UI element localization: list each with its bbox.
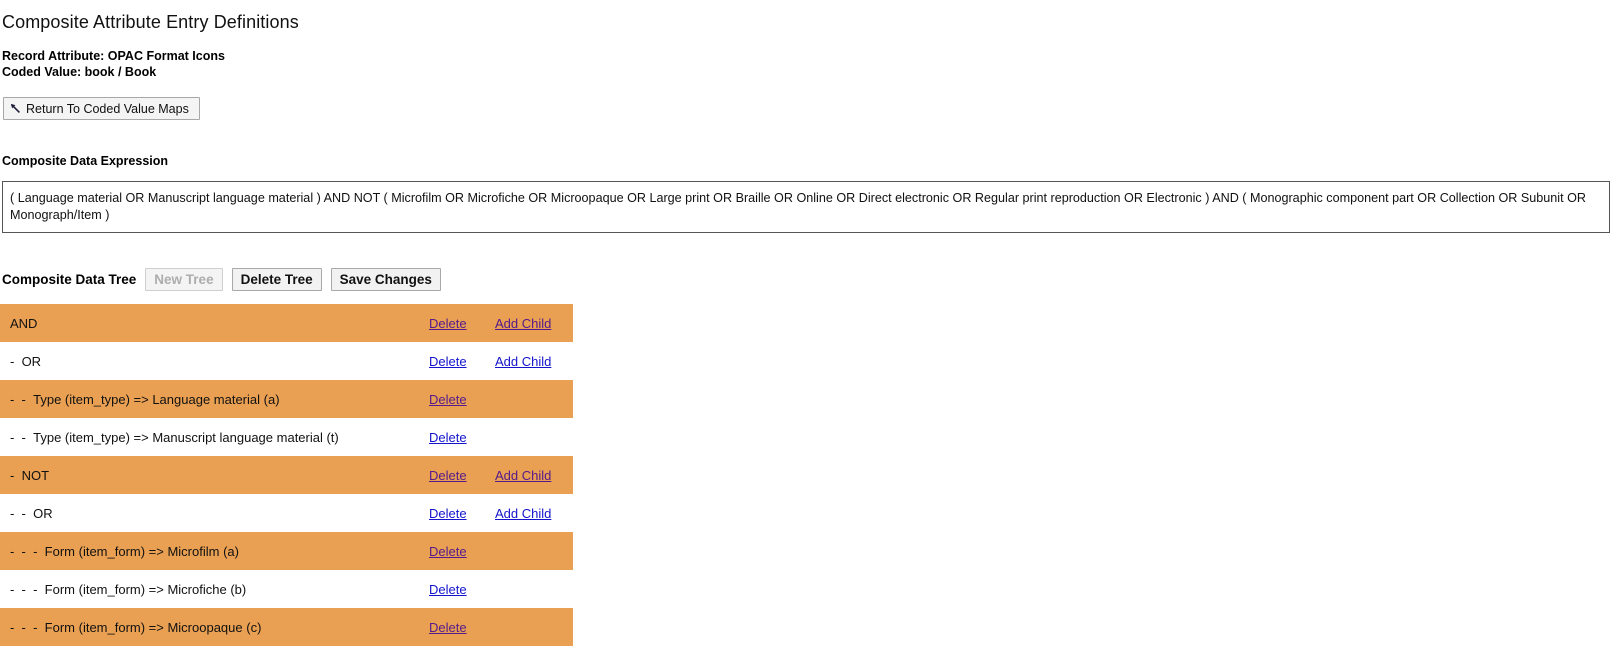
tree-add-child-cell xyxy=(495,608,573,646)
tree-node-cell: - OR xyxy=(0,342,429,380)
tree-indent-dashes: - - - xyxy=(10,581,45,597)
tree-add-child-link[interactable]: Add Child xyxy=(495,354,551,369)
tree-delete-link[interactable]: Delete xyxy=(429,620,467,635)
tree-add-child-cell: Add Child xyxy=(495,342,573,380)
tree-node-cell: - - - Form (item_form) => Microopaque (c… xyxy=(0,608,429,646)
tree-indent-dashes: - - - xyxy=(10,619,45,635)
tree-indent-dashes: - xyxy=(10,467,22,483)
record-attribute-line: Record Attribute: OPAC Format Icons xyxy=(2,49,225,63)
tree-delete-cell: Delete xyxy=(429,304,495,342)
composite-data-tree-toolbar: Composite Data Tree New Tree Delete Tree… xyxy=(2,268,450,291)
tree-add-child-link[interactable]: Add Child xyxy=(495,468,551,483)
coded-value-line: Coded Value: book / Book xyxy=(2,65,157,79)
tree-delete-cell: Delete xyxy=(429,418,495,456)
tree-add-child-cell xyxy=(495,418,573,456)
tree-delete-cell: Delete xyxy=(429,342,495,380)
back-arrow-icon xyxy=(10,103,21,114)
tree-delete-link[interactable]: Delete xyxy=(429,468,467,483)
tree-indent-dashes: - - - xyxy=(10,543,45,559)
tree-node-cell: - NOT xyxy=(0,456,429,494)
tree-indent-dashes: - - xyxy=(10,429,34,445)
tree-node-cell: - - Type (item_type) => Language materia… xyxy=(0,380,429,418)
tree-node-cell: AND xyxy=(0,304,429,342)
composite-data-expression-label: Composite Data Expression xyxy=(2,154,169,168)
tree-delete-link[interactable]: Delete xyxy=(429,544,467,559)
tree-indent-dashes: - - xyxy=(10,505,34,521)
page-title: Composite Attribute Entry Definitions xyxy=(2,12,299,33)
tree-delete-cell: Delete xyxy=(429,380,495,418)
save-changes-button[interactable]: Save Changes xyxy=(330,268,441,291)
tree-row: - - - Form (item_form) => Microfiche (b)… xyxy=(0,570,573,608)
tree-add-child-cell xyxy=(495,532,573,570)
return-to-coded-value-maps-button[interactable]: Return To Coded Value Maps xyxy=(3,97,200,120)
tree-node-cell: - - - Form (item_form) => Microfilm (a) xyxy=(0,532,429,570)
tree-row: - - - Form (item_form) => Microopaque (c… xyxy=(0,608,573,646)
tree-add-child-link[interactable]: Add Child xyxy=(495,316,551,331)
tree-node-cell: - - Type (item_type) => Manuscript langu… xyxy=(0,418,429,456)
tree-row: AND Delete Add Child xyxy=(0,304,573,342)
tree-node-cell: - - - Form (item_form) => Microfiche (b) xyxy=(0,570,429,608)
tree-delete-link[interactable]: Delete xyxy=(429,354,467,369)
tree-add-child-cell xyxy=(495,570,573,608)
tree-row: - - Type (item_type) => Language materia… xyxy=(0,380,573,418)
tree-delete-link[interactable]: Delete xyxy=(429,582,467,597)
return-button-label: Return To Coded Value Maps xyxy=(26,101,189,116)
composite-attribute-entry-definitions-page: Composite Attribute Entry Definitions Re… xyxy=(0,0,1615,662)
tree-node-label: OR xyxy=(21,353,42,369)
tree-add-child-cell: Add Child xyxy=(495,494,573,532)
tree-indent-dashes: - - xyxy=(10,391,34,407)
tree-delete-cell: Delete xyxy=(429,532,495,570)
tree-node-label: Form (item_form) => Microfilm (a) xyxy=(44,543,239,559)
tree-delete-cell: Delete xyxy=(429,456,495,494)
composite-data-expression-box: ( Language material OR Manuscript langua… xyxy=(2,181,1610,233)
tree-row: - OR Delete Add Child xyxy=(0,342,573,380)
tree-node-label: NOT xyxy=(21,467,50,483)
tree-node-label: OR xyxy=(33,505,53,521)
new-tree-button[interactable]: New Tree xyxy=(145,268,223,291)
tree-add-child-cell: Add Child xyxy=(495,456,573,494)
save-changes-button-label: Save Changes xyxy=(339,272,432,287)
tree-node-label: AND xyxy=(10,315,38,331)
tree-node-label: Form (item_form) => Microfiche (b) xyxy=(44,581,247,597)
delete-tree-button-label: Delete Tree xyxy=(240,272,313,287)
tree-delete-link[interactable]: Delete xyxy=(429,316,467,331)
tree-node-label: Type (item_type) => Language material (a… xyxy=(33,391,280,407)
tree-indent-dashes: - xyxy=(10,353,22,369)
tree-node-cell: - - OR xyxy=(0,494,429,532)
tree-row: - NOT Delete Add Child xyxy=(0,456,573,494)
record-meta-block: Record Attribute: OPAC Format Icons Code… xyxy=(2,48,225,80)
tree-row: - - - Form (item_form) => Microfilm (a) D… xyxy=(0,532,573,570)
tree-add-child-link[interactable]: Add Child xyxy=(495,506,551,521)
tree-delete-cell: Delete xyxy=(429,570,495,608)
tree-node-label: Form (item_form) => Microopaque (c) xyxy=(44,619,262,635)
tree-delete-cell: Delete xyxy=(429,608,495,646)
tree-row: - - OR Delete Add Child xyxy=(0,494,573,532)
tree-add-child-cell: Add Child xyxy=(495,304,573,342)
tree-delete-link[interactable]: Delete xyxy=(429,392,467,407)
tree-delete-link[interactable]: Delete xyxy=(429,506,467,521)
delete-tree-button[interactable]: Delete Tree xyxy=(231,268,322,291)
tree-add-child-cell xyxy=(495,380,573,418)
tree-node-label: Type (item_type) => Manuscript language … xyxy=(33,429,339,445)
tree-row: - - Type (item_type) => Manuscript langu… xyxy=(0,418,573,456)
composite-data-tree-table: AND Delete Add Child - OR Delete Add Child - -… xyxy=(0,304,573,646)
composite-data-tree-body: AND Delete Add Child - OR Delete Add Child - -… xyxy=(0,304,573,646)
tree-delete-cell: Delete xyxy=(429,494,495,532)
tree-delete-link[interactable]: Delete xyxy=(429,430,467,445)
composite-data-tree-label: Composite Data Tree xyxy=(2,272,137,287)
new-tree-button-label: New Tree xyxy=(154,272,214,287)
